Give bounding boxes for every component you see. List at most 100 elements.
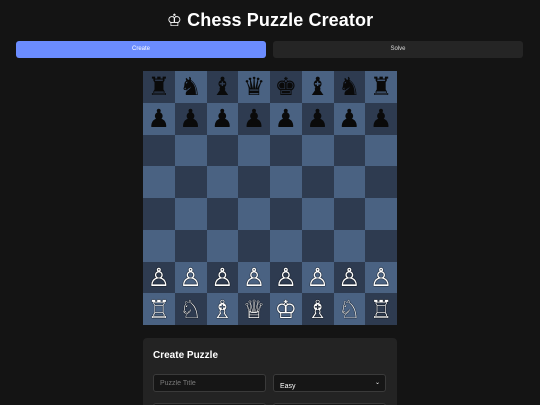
square-e2[interactable]: ♙ [270, 261, 302, 294]
square-b7[interactable]: ♟ [174, 102, 207, 135]
square-f8[interactable]: ♝ [301, 71, 334, 103]
difficulty-select[interactable]: Easy ⌄ [273, 374, 386, 392]
white-pawn-icon[interactable]: ♙ [211, 265, 233, 290]
square-e8[interactable]: ♚ [270, 71, 302, 103]
black-bishop-icon[interactable]: ♝ [211, 74, 233, 99]
square-h4[interactable] [365, 198, 397, 230]
black-rook-icon[interactable]: ♜ [370, 74, 392, 99]
white-king-icon[interactable]: ♔ [275, 297, 297, 322]
square-e6[interactable] [270, 134, 302, 167]
white-pawn-icon[interactable]: ♙ [275, 265, 297, 290]
black-pawn-icon[interactable]: ♟ [370, 106, 392, 131]
square-b2[interactable]: ♙ [174, 261, 207, 294]
square-f4[interactable] [301, 198, 334, 230]
square-f6[interactable] [301, 134, 334, 167]
square-b5[interactable] [174, 166, 207, 198]
square-d2[interactable]: ♙ [238, 261, 270, 294]
square-g8[interactable]: ♞ [333, 71, 366, 103]
square-d3[interactable] [238, 229, 270, 262]
square-e1[interactable]: ♔ [270, 293, 302, 325]
square-h6[interactable] [365, 134, 397, 167]
square-b8[interactable]: ♞ [174, 71, 207, 103]
black-pawn-icon[interactable]: ♟ [243, 106, 265, 131]
white-queen-icon[interactable]: ♕ [243, 297, 265, 322]
square-h5[interactable] [365, 166, 397, 198]
square-g1[interactable]: ♘ [333, 293, 366, 325]
tab-create[interactable]: Create [16, 41, 266, 58]
white-rook-icon[interactable]: ♖ [370, 297, 392, 322]
square-f2[interactable]: ♙ [301, 261, 334, 294]
square-b3[interactable] [174, 229, 207, 262]
black-bishop-icon[interactable]: ♝ [306, 74, 328, 99]
square-c7[interactable]: ♟ [206, 102, 239, 135]
black-king-icon[interactable]: ♚ [275, 74, 297, 99]
white-pawn-icon[interactable]: ♙ [370, 265, 392, 290]
square-a4[interactable] [143, 198, 175, 230]
puzzle-title-input[interactable] [153, 374, 266, 392]
black-rook-icon[interactable]: ♜ [148, 74, 170, 99]
square-g7[interactable]: ♟ [333, 102, 366, 135]
black-knight-icon[interactable]: ♞ [338, 74, 360, 99]
square-h3[interactable] [365, 229, 397, 262]
square-h2[interactable]: ♙ [365, 261, 397, 294]
white-pawn-icon[interactable]: ♙ [243, 265, 265, 290]
white-pawn-icon[interactable]: ♙ [179, 265, 201, 290]
square-e5[interactable] [270, 166, 302, 198]
square-d5[interactable] [238, 166, 270, 198]
white-pawn-icon[interactable]: ♙ [148, 265, 170, 290]
square-h1[interactable]: ♖ [365, 293, 397, 325]
square-g2[interactable]: ♙ [333, 261, 366, 294]
square-f7[interactable]: ♟ [301, 102, 334, 135]
square-h8[interactable]: ♜ [365, 71, 397, 103]
square-c5[interactable] [206, 166, 239, 198]
square-g5[interactable] [333, 166, 366, 198]
square-g6[interactable] [333, 134, 366, 167]
square-a2[interactable]: ♙ [143, 261, 175, 294]
black-knight-icon[interactable]: ♞ [179, 74, 201, 99]
square-e7[interactable]: ♟ [270, 102, 302, 135]
tab-solve[interactable]: Solve [273, 41, 523, 58]
square-f1[interactable]: ♗ [301, 293, 334, 325]
square-f5[interactable] [301, 166, 334, 198]
square-b4[interactable] [174, 198, 207, 230]
square-c4[interactable] [206, 198, 239, 230]
square-a3[interactable] [143, 229, 175, 262]
square-d1[interactable]: ♕ [238, 293, 270, 325]
square-d7[interactable]: ♟ [238, 102, 270, 135]
black-pawn-icon[interactable]: ♟ [275, 106, 297, 131]
square-b6[interactable] [174, 134, 207, 167]
black-pawn-icon[interactable]: ♟ [179, 106, 201, 131]
white-knight-icon[interactable]: ♘ [179, 297, 201, 322]
square-g4[interactable] [333, 198, 366, 230]
square-b1[interactable]: ♘ [174, 293, 207, 325]
square-d4[interactable] [238, 198, 270, 230]
square-a5[interactable] [143, 166, 175, 198]
black-pawn-icon[interactable]: ♟ [211, 106, 233, 131]
square-e3[interactable] [270, 229, 302, 262]
square-c2[interactable]: ♙ [206, 261, 239, 294]
square-c1[interactable]: ♗ [206, 293, 239, 325]
black-pawn-icon[interactable]: ♟ [338, 106, 360, 131]
white-pawn-icon[interactable]: ♙ [338, 265, 360, 290]
black-queen-icon[interactable]: ♛ [243, 74, 265, 99]
square-d8[interactable]: ♛ [238, 71, 270, 103]
square-a1[interactable]: ♖ [143, 293, 175, 325]
square-c8[interactable]: ♝ [206, 71, 239, 103]
square-h7[interactable]: ♟ [365, 102, 397, 135]
square-g3[interactable] [333, 229, 366, 262]
square-a8[interactable]: ♜ [143, 71, 175, 103]
square-f3[interactable] [301, 229, 334, 262]
square-a7[interactable]: ♟ [143, 102, 175, 135]
white-bishop-icon[interactable]: ♗ [306, 297, 328, 322]
square-a6[interactable] [143, 134, 175, 167]
square-d6[interactable] [238, 134, 270, 167]
black-pawn-icon[interactable]: ♟ [306, 106, 328, 131]
square-e4[interactable] [270, 198, 302, 230]
white-pawn-icon[interactable]: ♙ [306, 265, 328, 290]
white-rook-icon[interactable]: ♖ [148, 297, 170, 322]
white-bishop-icon[interactable]: ♗ [211, 297, 233, 322]
black-pawn-icon[interactable]: ♟ [148, 106, 170, 131]
square-c3[interactable] [206, 229, 239, 262]
square-c6[interactable] [206, 134, 239, 167]
white-knight-icon[interactable]: ♘ [338, 297, 360, 322]
